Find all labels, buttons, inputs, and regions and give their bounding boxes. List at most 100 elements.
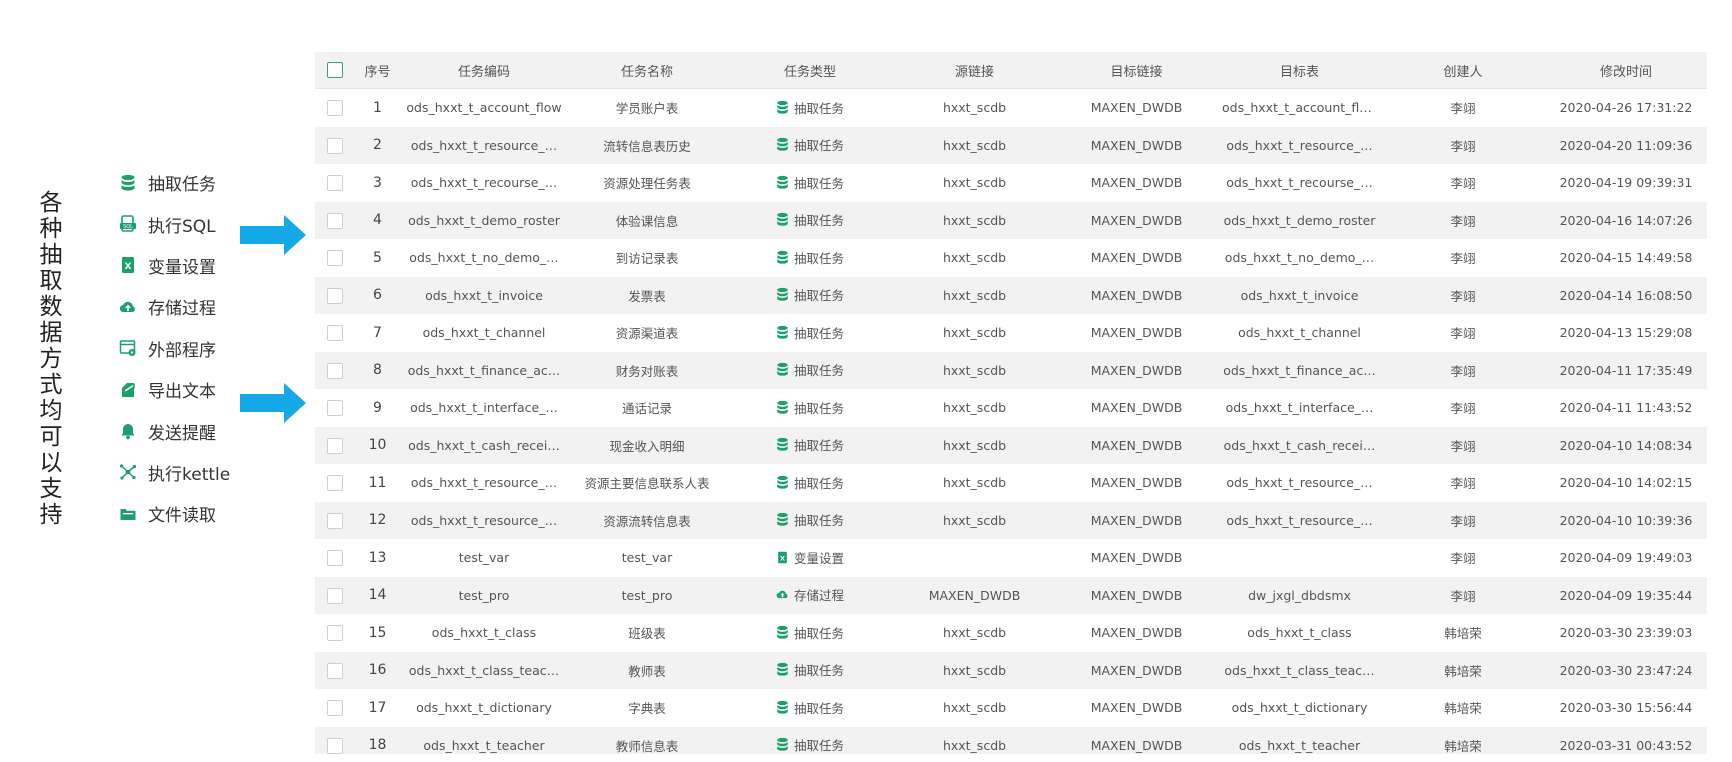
cell-task-code: ods_hxxt_t_recourse_… — [400, 164, 568, 202]
col-header-name[interactable]: 任务名称 — [568, 52, 726, 89]
row-checkbox[interactable] — [315, 651, 355, 689]
cell-target-link: MAXEN_DWDB — [1055, 201, 1218, 239]
cell-task-type: X 变量设置 — [726, 539, 894, 577]
task-type-item[interactable]: 抽取任务 — [118, 162, 230, 203]
row-checkbox[interactable] — [315, 389, 355, 427]
task-type-item[interactable]: 文件读取 — [118, 493, 230, 534]
cell-task-type: 抽取任务 — [726, 464, 894, 502]
row-checkbox[interactable] — [315, 501, 355, 539]
task-type-item[interactable]: SQL 执行SQL — [118, 203, 230, 244]
row-checkbox[interactable] — [315, 726, 355, 754]
table-row[interactable]: 8 ods_hxxt_t_finance_ac… 财务对账表 抽取任务 hxxt_scd… — [315, 351, 1707, 389]
cell-task-name: test_pro — [568, 576, 726, 614]
cell-target-link: MAXEN_DWDB — [1055, 126, 1218, 164]
task-type-label: 导出文本 — [148, 382, 216, 403]
table-row[interactable]: 14 test_pro test_pro 存储过程 MAXEN_DWDB MAXEN_DW… — [315, 576, 1707, 614]
cell-target-table: ods_hxxt_t_demo_roster — [1218, 201, 1381, 239]
cell-source-link: hxxt_scdb — [894, 164, 1055, 202]
task-type-text: 抽取任务 — [793, 475, 844, 491]
cell-target-table: ods_hxxt_t_resource_… — [1218, 126, 1381, 164]
col-header-source[interactable]: 源链接 — [894, 52, 1055, 89]
cell-task-name: 资源渠道表 — [568, 314, 726, 352]
cell-modified-time: 2020-03-31 00:43:52 — [1545, 726, 1707, 754]
col-header-target[interactable]: 目标链接 — [1055, 52, 1218, 89]
row-checkbox[interactable] — [315, 426, 355, 464]
row-checkbox[interactable] — [315, 201, 355, 239]
cell-modified-time: 2020-04-11 17:35:49 — [1545, 351, 1707, 389]
cell-modified-time: 2020-04-09 19:49:03 — [1545, 539, 1707, 577]
task-type-text: 抽取任务 — [793, 400, 844, 416]
task-type-item[interactable]: 发送提醒 — [118, 410, 230, 451]
cell-target-table: ods_hxxt_t_cash_recei… — [1218, 426, 1381, 464]
task-type-item[interactable]: 外部程序 — [118, 328, 230, 369]
table-row[interactable]: 15 ods_hxxt_t_class 班级表 抽取任务 hxxt_scdb MAXEN_… — [315, 614, 1707, 652]
cell-task-name: 财务对账表 — [568, 351, 726, 389]
database-icon — [776, 100, 789, 115]
row-checkbox[interactable] — [315, 614, 355, 652]
cell-creator: 李翊 — [1381, 539, 1545, 577]
task-type-item[interactable]: 导出文本 — [118, 369, 230, 410]
task-type-item[interactable]: X 变量设置 — [118, 245, 230, 286]
task-type-text: 抽取任务 — [793, 513, 844, 529]
cell-seq: 15 — [355, 614, 400, 652]
cell-target-link: MAXEN_DWDB — [1055, 726, 1218, 754]
table-row[interactable]: 6 ods_hxxt_t_invoice 发票表 抽取任务 hxxt_scdb MAXEN… — [315, 276, 1707, 314]
task-type-item[interactable]: 执行kettle — [118, 452, 230, 493]
row-checkbox[interactable] — [315, 88, 355, 127]
col-header-type[interactable]: 任务类型 — [726, 52, 894, 89]
table-row[interactable]: 17 ods_hxxt_t_dictionary 字典表 抽取任务 hxxt_scdb M… — [315, 689, 1707, 727]
table-row[interactable]: 3 ods_hxxt_t_recourse_… 资源处理任务表 抽取任务 hxxt_sc… — [315, 164, 1707, 202]
folder-icon — [118, 504, 138, 524]
cell-creator: 李翊 — [1381, 501, 1545, 539]
table-row[interactable]: 9 ods_hxxt_t_interface_… 通话记录 抽取任务 hxxt_scdb… — [315, 389, 1707, 427]
database-icon — [776, 737, 789, 752]
table-row[interactable]: 2 ods_hxxt_t_resource_… 流转信息表历史 抽取任务 hxxt_sc… — [315, 126, 1707, 164]
col-header-creator[interactable]: 创建人 — [1381, 52, 1545, 89]
row-checkbox[interactable] — [315, 576, 355, 614]
database-icon — [776, 512, 789, 527]
cell-modified-time: 2020-04-19 09:39:31 — [1545, 164, 1707, 202]
cell-source-link: hxxt_scdb — [894, 689, 1055, 727]
cell-task-code: ods_hxxt_t_invoice — [400, 276, 568, 314]
row-checkbox[interactable] — [315, 539, 355, 577]
cell-target-table: ods_hxxt_t_resource_… — [1218, 501, 1381, 539]
sql-file-icon: SQL — [118, 214, 138, 234]
row-checkbox[interactable] — [315, 464, 355, 502]
table-row[interactable]: 11 ods_hxxt_t_resource_… 资源主要信息联系人表 抽取任务 hxx… — [315, 464, 1707, 502]
cell-source-link: hxxt_scdb — [894, 239, 1055, 277]
select-all-checkbox[interactable] — [315, 52, 355, 89]
row-checkbox[interactable] — [315, 314, 355, 352]
table-row[interactable]: 13 test_var test_var X 变量设置 MAXEN_DWDB 李翊 2020-… — [315, 539, 1707, 577]
table-row[interactable]: 4 ods_hxxt_t_demo_roster 体验课信息 抽取任务 hxxt_scd… — [315, 201, 1707, 239]
row-checkbox[interactable] — [315, 239, 355, 277]
cell-source-link: hxxt_scdb — [894, 464, 1055, 502]
database-icon — [776, 212, 789, 227]
task-type-item[interactable]: 存储过程 — [118, 286, 230, 327]
excel-icon: X — [118, 255, 138, 275]
cell-modified-time: 2020-03-30 23:47:24 — [1545, 651, 1707, 689]
table-row[interactable]: 5 ods_hxxt_t_no_demo_… 到访记录表 抽取任务 hxxt_scdb M… — [315, 239, 1707, 277]
table-row[interactable]: 12 ods_hxxt_t_resource_… 资源流转信息表 抽取任务 hxxt_s… — [315, 501, 1707, 539]
cell-modified-time: 2020-04-16 14:07:26 — [1545, 201, 1707, 239]
table-row[interactable]: 16 ods_hxxt_t_class_teac… 教师表 抽取任务 hxxt_scdb… — [315, 651, 1707, 689]
col-header-code[interactable]: 任务编码 — [400, 52, 568, 89]
table-row[interactable]: 10 ods_hxxt_t_cash_recei… 现金收入明细 抽取任务 hxxt_s… — [315, 426, 1707, 464]
table-row[interactable]: 7 ods_hxxt_t_channel 资源渠道表 抽取任务 hxxt_scdb MAX… — [315, 314, 1707, 352]
table-row[interactable]: 1 ods_hxxt_t_account_flow 学员账户表 抽取任务 hxxt_sc… — [315, 88, 1707, 127]
row-checkbox[interactable] — [315, 164, 355, 202]
table-row[interactable]: 18 ods_hxxt_t_teacher 教师信息表 抽取任务 hxxt_scdb MA… — [315, 726, 1707, 754]
cell-task-name: 资源主要信息联系人表 — [568, 464, 726, 502]
col-header-seq[interactable]: 序号 — [355, 52, 400, 89]
row-checkbox[interactable] — [315, 276, 355, 314]
cell-task-type: 抽取任务 — [726, 276, 894, 314]
col-header-modified-time[interactable]: 修改时间 — [1545, 52, 1707, 89]
database-icon — [776, 400, 789, 415]
task-type-text: 抽取任务 — [793, 250, 844, 266]
cell-task-type: 抽取任务 — [726, 201, 894, 239]
cell-source-link: hxxt_scdb — [894, 201, 1055, 239]
row-checkbox[interactable] — [315, 126, 355, 164]
row-checkbox[interactable] — [315, 689, 355, 727]
cell-creator: 李翊 — [1381, 351, 1545, 389]
col-header-target-table[interactable]: 目标表 — [1218, 52, 1381, 89]
row-checkbox[interactable] — [315, 351, 355, 389]
